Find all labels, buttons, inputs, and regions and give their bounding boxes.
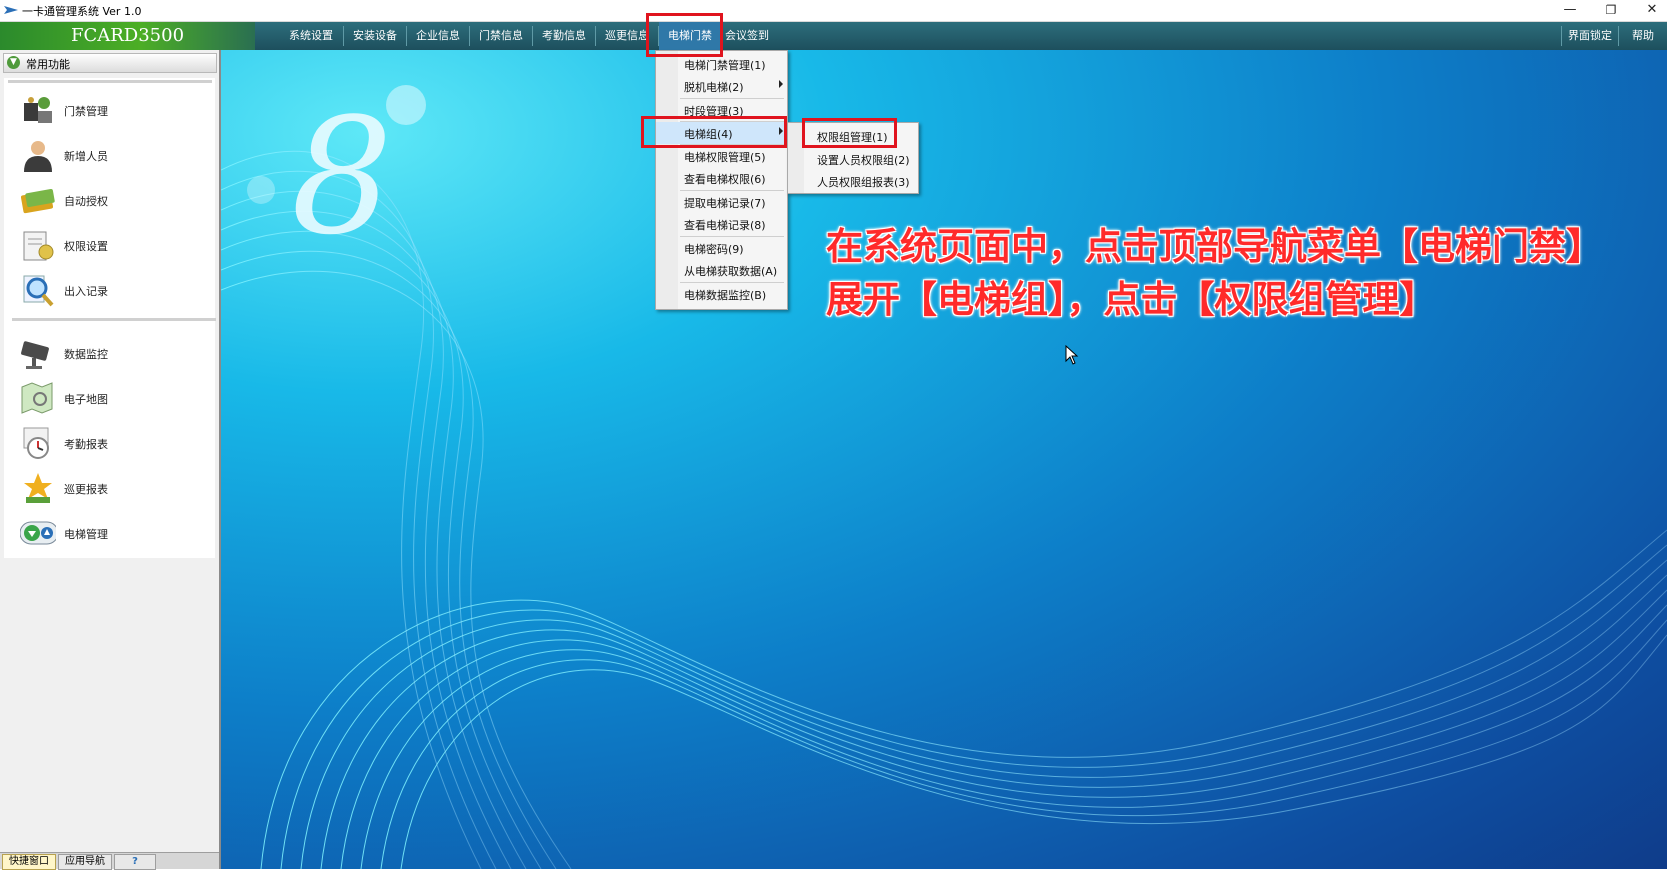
divider (8, 80, 212, 83)
panel-header[interactable]: ▼ 常用功能 (3, 53, 217, 73)
person-icon (24, 141, 52, 172)
shortcut-permission-settings[interactable]: 权限设置 (16, 225, 206, 265)
patrol-icon (24, 473, 52, 503)
menu-item-label: 电梯权限管理(5) (684, 151, 766, 164)
window-title: 一卡通管理系统 Ver 1.0 (22, 5, 142, 18)
menu-item-set-person-permission-group[interactable]: 设置人员权限组(2) (788, 147, 918, 169)
close-button[interactable]: ✕ (1637, 1, 1667, 19)
shortcut-label: 新增人员 (64, 150, 108, 163)
shortcut-data-monitor[interactable]: 数据监控 (16, 333, 206, 373)
shortcut-add-person[interactable]: 新增人员 (16, 135, 206, 175)
shortcut-elevator-management[interactable]: 电梯管理 (16, 513, 206, 553)
shortcut-label: 数据监控 (64, 348, 108, 361)
annotation-line-2: 展开【电梯组】，点击【权限组管理】 (826, 278, 1437, 321)
shortcut-label: 电子地图 (64, 393, 108, 406)
tab-help[interactable]: ? (114, 854, 156, 870)
access-control-icon (24, 97, 52, 123)
menu-meeting-signin[interactable]: 会议签到 (722, 22, 772, 50)
elevator-icon (20, 521, 56, 545)
shortcut-label: 自动授权 (64, 195, 108, 208)
wave-decoration: 8 (221, 83, 1667, 869)
shortcut-label: 考勤报表 (64, 438, 108, 451)
svg-text:8: 8 (291, 83, 393, 270)
card-icon (20, 188, 55, 214)
shortcut-access-management[interactable]: 门禁管理 (16, 90, 206, 130)
desktop-background: 8 在系统页面中，点击顶部导航菜单【电梯门禁】 展开【电梯组】，点击【权限组管理… (221, 50, 1667, 869)
submenu-arrow-icon (779, 80, 783, 88)
shortcut-attendance-report[interactable]: 考勤报表 (16, 423, 206, 463)
menu-item-label: 人员权限组报表(3) (817, 176, 910, 189)
menu-item-label: 查看电梯记录(8) (684, 219, 766, 232)
menu-company-info[interactable]: 企业信息 (407, 22, 469, 50)
menu-item-elevator-password[interactable]: 电梯密码(9) (656, 237, 787, 259)
collapse-icon: ▼ (7, 56, 20, 69)
shortcut-auto-authorize[interactable]: 自动授权 (16, 180, 206, 220)
map-icon (21, 382, 53, 414)
menu-item-view-elevator-permission[interactable]: 查看电梯权限(6) (656, 167, 787, 189)
menu-item-label: 电梯门禁管理(1) (684, 59, 766, 72)
highlight-box-permission-group (802, 118, 897, 148)
menu-install-device[interactable]: 安装设备 (344, 22, 406, 50)
menu-item-label: 从电梯获取数据(A) (684, 265, 778, 278)
menu-item-elevator-data-monitor[interactable]: 电梯数据监控(B) (656, 283, 787, 305)
minimize-button[interactable]: — (1555, 1, 1585, 19)
instruction-annotation: 在系统页面中，点击顶部导航菜单【电梯门禁】 展开【电梯组】，点击【权限组管理】 (826, 220, 1603, 326)
menu-item-offline-elevator[interactable]: 脱机电梯(2) (656, 75, 787, 97)
menu-item-get-data-from-elevator[interactable]: 从电梯获取数据(A) (656, 259, 787, 281)
divider (12, 318, 216, 321)
highlight-box-elevator-access (646, 13, 723, 57)
magnifier-icon (23, 275, 54, 307)
tab-shortcut-window[interactable]: 快捷窗口 (2, 854, 56, 870)
menu-item-label: 脱机电梯(2) (684, 81, 744, 94)
menu-item-label: 电梯密码(9) (684, 243, 744, 256)
clock-icon (23, 427, 49, 459)
menu-item-view-elevator-records[interactable]: 查看电梯记录(8) (656, 213, 787, 235)
menu-item-person-permission-group-report[interactable]: 人员权限组报表(3) (788, 169, 918, 191)
menu-help[interactable]: 帮助 (1619, 22, 1667, 50)
restore-button[interactable]: ❐ (1596, 1, 1626, 19)
annotation-line-1: 在系统页面中，点击顶部导航菜单【电梯门禁】 (826, 225, 1603, 268)
shortcut-label: 电梯管理 (64, 528, 108, 541)
mouse-cursor-icon (1065, 345, 1079, 365)
menu-attendance-info[interactable]: 考勤信息 (533, 22, 595, 50)
app-icon (4, 6, 18, 14)
top-navbar: FCARD3500 系统设置 安装设备 企业信息 门禁信息 考勤信息 巡更信息 … (0, 22, 1667, 50)
menu-item-fetch-elevator-records[interactable]: 提取电梯记录(7) (656, 191, 787, 213)
menu-item-elevator-permission-management[interactable]: 电梯权限管理(5) (656, 145, 787, 167)
menu-item-label: 提取电梯记录(7) (684, 197, 766, 210)
panel-header-label: 常用功能 (26, 58, 70, 71)
shortcut-label: 出入记录 (64, 285, 108, 298)
menu-lock-interface[interactable]: 界面锁定 (1562, 22, 1618, 50)
camera-icon (21, 341, 49, 369)
shortcut-label: 巡更报表 (64, 483, 108, 496)
bottom-tabs: 快捷窗口 应用导航 ? (0, 852, 219, 870)
left-panel: ▼ 常用功能 门禁管理 新增人员 自动授权 权限设置 出入记录 数据监控 电子地… (0, 50, 221, 870)
shortcut-label: 门禁管理 (64, 105, 108, 118)
highlight-box-elevator-group (641, 116, 787, 148)
shortcut-list: 门禁管理 新增人员 自动授权 权限设置 出入记录 数据监控 电子地图 考勤报表 … (4, 78, 216, 558)
brand-logo: FCARD3500 (0, 22, 255, 50)
menu-item-label: 电梯数据监控(B) (684, 289, 767, 302)
elevator-access-dropdown: 电梯门禁管理(1) 脱机电梯(2) 时段管理(3) 电梯组(4) 电梯权限管理(… (655, 50, 788, 310)
menu-access-info[interactable]: 门禁信息 (470, 22, 532, 50)
menu-system-settings[interactable]: 系统设置 (280, 22, 342, 50)
menu-item-label: 查看电梯权限(6) (684, 173, 766, 186)
tab-app-navigation[interactable]: 应用导航 (58, 854, 112, 870)
title-bar: 一卡通管理系统 Ver 1.0 — ❐ ✕ (0, 0, 1667, 22)
menu-item-label: 设置人员权限组(2) (817, 154, 910, 167)
shortcut-patrol-report[interactable]: 巡更报表 (16, 468, 206, 508)
permission-doc-icon (23, 231, 54, 261)
shortcut-access-records[interactable]: 出入记录 (16, 270, 206, 310)
shortcut-electronic-map[interactable]: 电子地图 (16, 378, 206, 418)
shortcut-label: 权限设置 (64, 240, 108, 253)
